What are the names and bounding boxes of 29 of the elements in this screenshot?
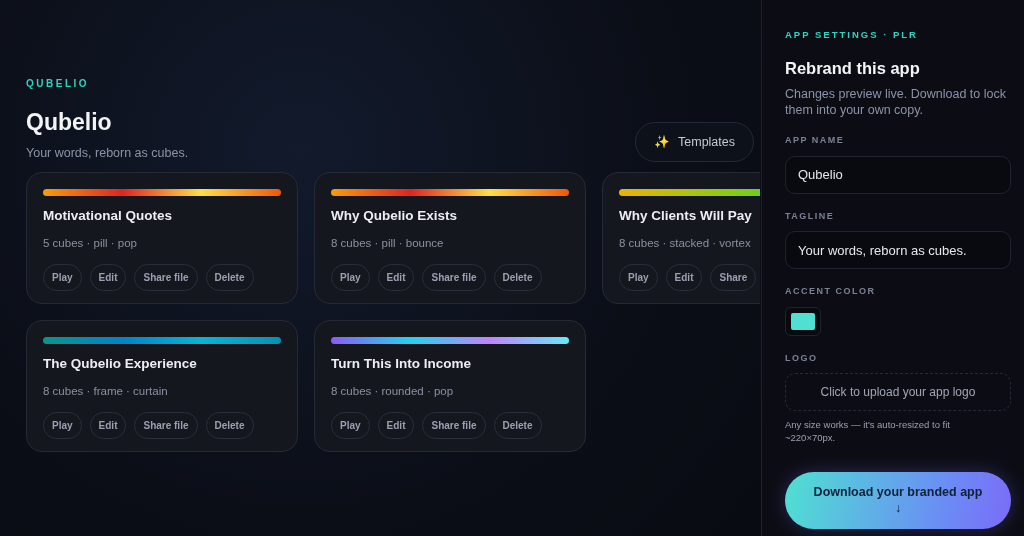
card-title: Turn This Into Income <box>331 355 472 374</box>
upload-hint: Any size works — it's auto-resized to fit ~220×70px. <box>785 419 951 444</box>
card-title: Why Qubelio Exists <box>331 207 459 226</box>
field-label: APP NAME <box>785 134 846 148</box>
panel-title: Rebrand this app <box>785 58 921 80</box>
card-title: The Qubelio Experience <box>43 355 198 374</box>
field-label: TAGLINE <box>785 209 836 223</box>
download-button[interactable]: Download your branded app ↓ <box>785 471 1011 529</box>
card-meta: 8 cubes · stacked · vortex <box>619 235 752 251</box>
card-title: Why Clients Will Pay <box>619 207 753 226</box>
templates-button[interactable]: ✨ Templates <box>635 122 754 163</box>
card-meta: 8 cubes · rounded · pop <box>331 383 455 399</box>
brand-label: QUBELIO <box>26 77 91 91</box>
sparkle-icon: ✨ <box>654 132 670 152</box>
field-label: LOGO <box>785 351 819 365</box>
card-meta: 8 cubes · frame · curtain <box>43 383 169 399</box>
panel-eyebrow: APP SETTINGS · PLR <box>785 28 919 42</box>
panel-description: Changes preview live. Download to lock them into your own copy. <box>785 87 1007 119</box>
page-tagline: Your words, reborn as cubes. <box>26 144 189 162</box>
card-meta: 8 cubes · pill · bounce <box>331 235 445 251</box>
input-field[interactable]: Qubelio <box>785 155 1011 194</box>
input-field[interactable]: Your words, reborn as cubes. <box>785 231 1011 270</box>
upload-area[interactable]: Click to upload your app logo <box>785 373 1011 412</box>
color-swatch[interactable] <box>785 306 821 336</box>
card-title: Motivational Quotes <box>43 207 173 226</box>
card-meta: 5 cubes · pill · pop <box>43 235 138 251</box>
arrow-icon: ↓ <box>894 500 902 517</box>
page-title: Qubelio <box>26 108 113 137</box>
field-label: ACCENT COLOR <box>785 285 877 299</box>
